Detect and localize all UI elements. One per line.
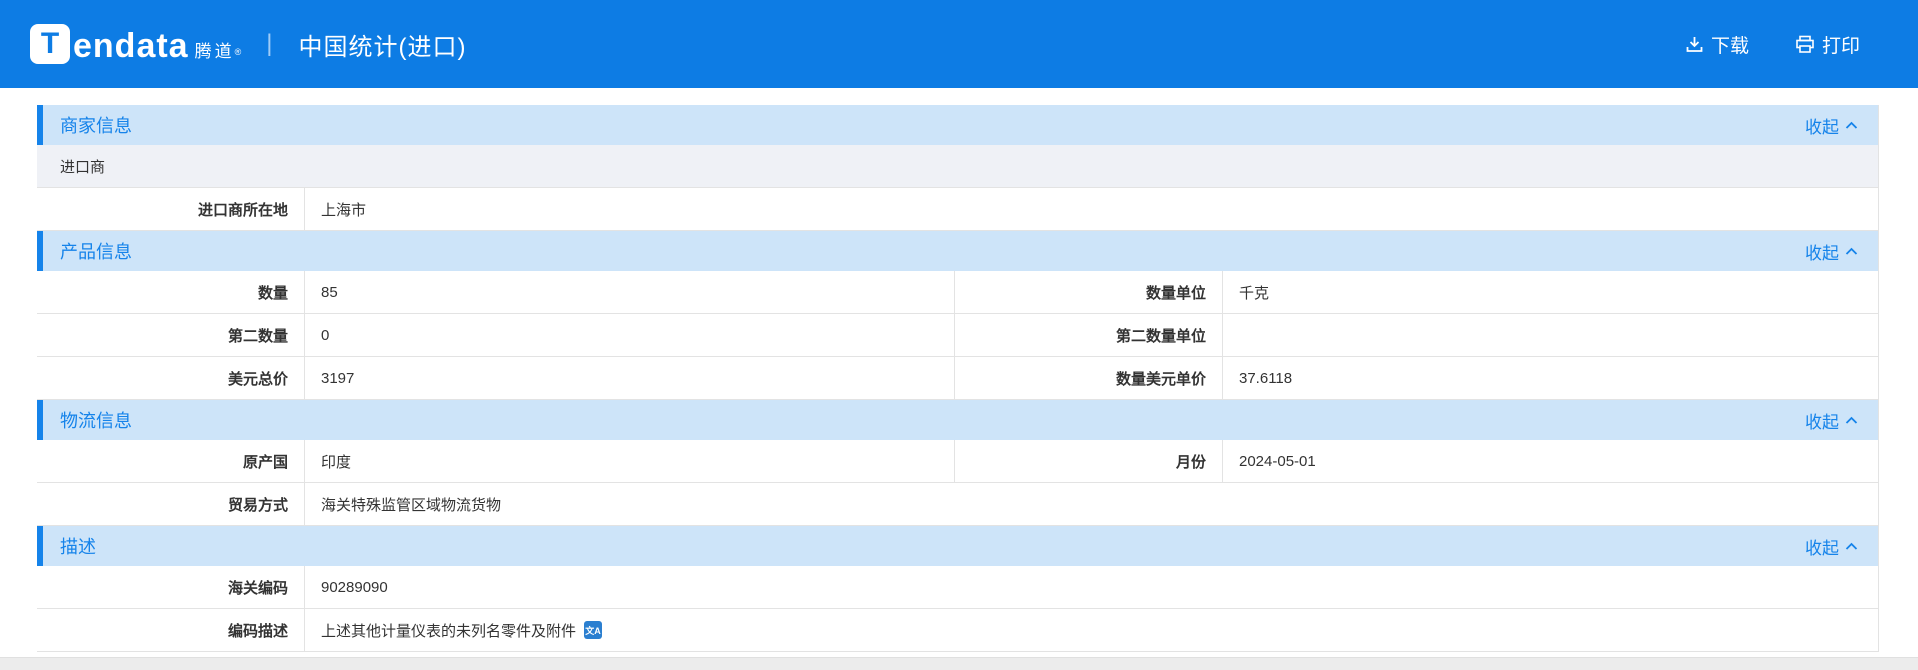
field-label: 第二数量单位: [955, 314, 1223, 356]
tendata-logo-icon: T: [30, 24, 70, 64]
field-value: 印度: [305, 440, 955, 482]
record-detail: 商家信息 收起 进口商 进口商所在地 上海市 产品信息 收起 数量 85 数量单位 千克 第二数量 0 第…: [37, 105, 1879, 652]
field-label: 贸易方式: [37, 483, 305, 525]
collapse-label: 收起: [1805, 412, 1839, 432]
field-label: 编码描述: [37, 609, 305, 651]
brand-name: endata: [73, 27, 189, 65]
section-header: 产品信息 收起: [37, 231, 1878, 271]
field-label: 第二数量: [37, 314, 305, 356]
chevron-up-icon: [1845, 410, 1858, 430]
field-label: 数量单位: [955, 271, 1223, 313]
table-row: 美元总价 3197 数量美元单价 37.6118: [37, 357, 1878, 400]
chevron-up-icon: [1845, 241, 1858, 261]
tendata-logo: T endata 腾道®: [30, 24, 244, 64]
collapse-button[interactable]: 收起: [1805, 534, 1858, 559]
field-value: 85: [305, 271, 955, 313]
table-row: 数量 85 数量单位 千克: [37, 271, 1878, 314]
section-title: 商家信息: [60, 116, 132, 136]
collapse-label: 收起: [1805, 538, 1839, 558]
section-title: 描述: [60, 537, 96, 557]
field-value: 海关特殊监管区域物流货物: [321, 496, 502, 514]
download-icon: [1685, 35, 1704, 54]
field-value: [1223, 314, 1878, 356]
print-label: 打印: [1821, 35, 1860, 57]
field-label: 美元总价: [37, 357, 305, 399]
collapse-button[interactable]: 收起: [1805, 239, 1858, 264]
field-label: 海关编码: [37, 566, 305, 608]
table-row: 编码描述 上述其他计量仪表的未列名零件及附件 文A: [37, 609, 1878, 652]
brand-name-chinese: 腾道®: [194, 42, 245, 61]
collapse-label: 收起: [1805, 117, 1839, 137]
section-title: 产品信息: [60, 242, 132, 262]
section-header: 描述 收起: [37, 526, 1878, 566]
field-label: 进口商所在地: [37, 188, 305, 230]
field-value: 2024-05-01: [1239, 452, 1316, 470]
table-row: 进口商所在地 上海市: [37, 188, 1878, 231]
field-value: 上述其他计量仪表的未列名零件及附件 文A: [321, 621, 603, 640]
table-row: 第二数量 0 第二数量单位: [37, 314, 1878, 357]
print-button[interactable]: 打印: [1795, 31, 1860, 58]
field-value: 3197: [305, 357, 955, 399]
table-row: 贸易方式 海关特殊监管区域物流货物: [37, 483, 1878, 526]
section-header: 商家信息 收起: [37, 105, 1878, 145]
field-value: 37.6118: [1239, 369, 1293, 387]
download-button[interactable]: 下载: [1685, 31, 1749, 58]
download-label: 下载: [1710, 35, 1749, 57]
app-header: T endata 腾道® | 中国统计(进口) 下载 打印: [0, 0, 1918, 88]
field-value: 0: [305, 314, 955, 356]
table-row: 海关编码 90289090: [37, 566, 1878, 609]
collapse-label: 收起: [1805, 243, 1839, 263]
field-value: 上海市: [321, 201, 367, 219]
horizontal-scrollbar[interactable]: [0, 657, 1918, 670]
translate-icon[interactable]: 文A: [584, 621, 603, 639]
row-text: 进口商: [60, 158, 106, 176]
table-row: 原产国 印度 月份 2024-05-01: [37, 440, 1878, 483]
section-title: 物流信息: [60, 411, 132, 431]
chevron-up-icon: [1845, 115, 1858, 135]
registered-mark: ®: [234, 47, 245, 57]
field-label: 月份: [955, 440, 1223, 482]
collapse-button[interactable]: 收起: [1805, 113, 1858, 138]
field-value: 千克: [1239, 284, 1270, 302]
field-label: 数量美元单价: [955, 357, 1223, 399]
print-icon: [1795, 35, 1815, 54]
section-header: 物流信息 收起: [37, 400, 1878, 440]
page-title: 中国统计(进口): [298, 33, 467, 61]
collapse-button[interactable]: 收起: [1805, 408, 1858, 433]
chevron-up-icon: [1845, 536, 1858, 556]
title-divider: |: [266, 30, 273, 57]
table-row: 进口商: [37, 145, 1878, 188]
field-label: 原产国: [37, 440, 305, 482]
field-value: 90289090: [321, 578, 388, 596]
field-label: 数量: [37, 271, 305, 313]
